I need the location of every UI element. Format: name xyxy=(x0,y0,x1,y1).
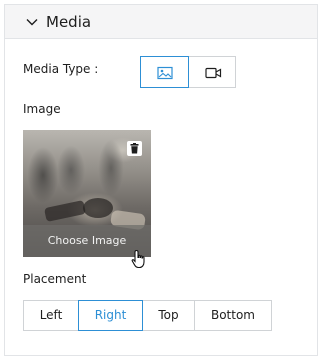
media-type-label: Media Type : xyxy=(23,62,99,76)
image-preview-picker[interactable]: Choose Image xyxy=(23,130,151,257)
media-type-toggle-group xyxy=(140,56,236,88)
placement-left-button[interactable]: Left xyxy=(23,300,79,331)
media-panel: Media Media Type : Image Choose Image Pl… xyxy=(4,4,318,356)
delete-image-button[interactable] xyxy=(127,141,142,156)
image-label: Image xyxy=(23,102,61,116)
trash-icon xyxy=(130,143,139,154)
panel-header-toggle[interactable]: Media xyxy=(5,5,317,39)
photo-detail xyxy=(83,198,113,218)
placement-top-button[interactable]: Top xyxy=(142,300,195,331)
photo-detail xyxy=(43,199,87,223)
chevron-down-icon xyxy=(26,19,38,26)
choose-image-label: Choose Image xyxy=(47,234,127,247)
placement-right-button[interactable]: Right xyxy=(78,300,143,331)
placement-bottom-button[interactable]: Bottom xyxy=(194,300,272,331)
image-icon xyxy=(157,66,173,80)
video-camera-icon xyxy=(205,67,222,79)
panel-title: Media xyxy=(46,13,92,31)
hand-pointer-cursor-icon xyxy=(131,249,145,269)
media-type-video-button[interactable] xyxy=(188,56,236,88)
placement-button-group: Left Right Top Bottom xyxy=(23,300,272,331)
placement-label: Placement xyxy=(23,272,87,286)
media-type-image-button[interactable] xyxy=(140,56,189,88)
